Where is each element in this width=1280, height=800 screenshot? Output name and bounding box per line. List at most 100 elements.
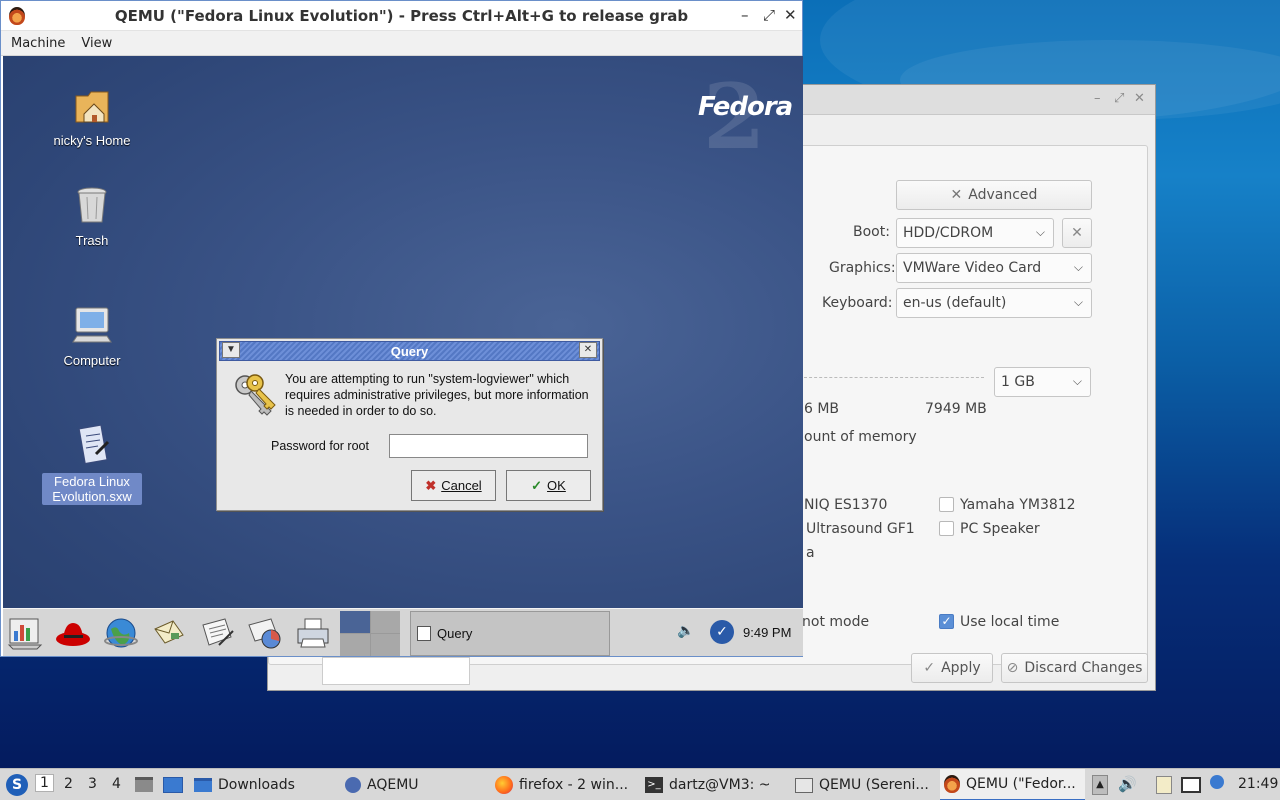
task-aqemu[interactable]: AQEMU: [345, 769, 485, 800]
chevron-down-icon: ⌵: [1035, 225, 1045, 239]
workspace-3[interactable]: [340, 634, 370, 656]
memory-slider[interactable]: [804, 368, 984, 378]
notification-icon[interactable]: [1210, 775, 1224, 789]
memory-select[interactable]: 1 GB ⌵: [994, 367, 1091, 397]
advanced-button[interactable]: ✕ Advanced: [896, 180, 1092, 210]
redhat-menu-icon[interactable]: [55, 615, 91, 651]
guest-clock: 9:49 PM: [743, 625, 792, 640]
close-icon[interactable]: ✕: [579, 342, 597, 358]
host-clock: 21:49: [1238, 776, 1279, 792]
graphics-label: Graphics:: [829, 260, 896, 276]
workspace-button-1[interactable]: 1: [35, 774, 54, 792]
password-label: Password for root: [271, 439, 369, 453]
keys-icon: [235, 374, 276, 416]
boot-select[interactable]: HDD/CDROM ⌵: [896, 218, 1054, 248]
query-dialog-title: Query: [390, 344, 429, 359]
task-terminal[interactable]: >_ dartz@VM3: ~: [645, 769, 785, 800]
trash-icon: [77, 187, 107, 223]
workspace-button-4[interactable]: 4: [112, 776, 121, 792]
close-icon[interactable]: ✕: [1134, 91, 1145, 106]
pc-speaker-label: PC Speaker: [960, 521, 1040, 537]
volume-icon[interactable]: 🔊: [1118, 775, 1137, 793]
desktop-icon-label: nicky's Home: [53, 133, 131, 148]
printer-icon[interactable]: [295, 615, 331, 651]
task-firefox[interactable]: firefox - 2 win...: [495, 769, 635, 800]
computer-icon: [72, 307, 112, 343]
desktop-icon-home[interactable]: nicky's Home: [42, 84, 142, 148]
workspace-4[interactable]: [370, 634, 400, 656]
desktop-icon-label: Trash: [75, 233, 109, 248]
network-icon[interactable]: [1181, 777, 1201, 793]
guest-task-query[interactable]: Query: [410, 611, 610, 656]
maximize-icon[interactable]: ⤢: [1114, 91, 1124, 106]
desktop-icon-computer[interactable]: Computer: [42, 304, 142, 368]
menu-machine[interactable]: Machine: [11, 36, 65, 51]
clipboard-icon[interactable]: [1156, 776, 1172, 794]
firefox-icon: [495, 776, 513, 794]
local-time-checkbox[interactable]: ✓: [939, 614, 954, 629]
fedora-logo: Fedora: [698, 92, 793, 122]
qemu-menubar: Machine View: [1, 31, 802, 56]
sound-option[interactable]: NIQ ES1370: [804, 497, 887, 513]
word-processor-icon[interactable]: [199, 615, 235, 651]
pc-speaker-checkbox[interactable]: [939, 521, 954, 536]
maximize-icon[interactable]: ⤢: [763, 6, 775, 24]
desktop-icon-trash[interactable]: Trash: [42, 184, 142, 248]
check-icon: ✓: [923, 660, 936, 676]
workspace-pager[interactable]: [340, 611, 400, 656]
discard-changes-button[interactable]: ⊘ Discard Changes: [1001, 653, 1148, 683]
query-dialog-titlebar[interactable]: ▼ Query ✕: [219, 341, 600, 361]
task-qemu-serenity[interactable]: QEMU (Sereni...: [795, 769, 935, 800]
keyboard-select[interactable]: en-us (default) ⌵: [896, 288, 1092, 318]
aqemu-app-icon: [345, 777, 361, 793]
task-downloads[interactable]: Downloads: [194, 769, 334, 800]
workspace-button-2[interactable]: 2: [64, 776, 73, 792]
yamaha-checkbox[interactable]: [939, 497, 954, 512]
boot-settings-button[interactable]: ✕: [1062, 218, 1092, 248]
cancel-icon: ⊘: [1006, 660, 1019, 676]
minimize-icon[interactable]: –: [741, 6, 749, 24]
app-menu-icon[interactable]: S: [6, 774, 28, 796]
graphics-select[interactable]: VMWare Video Card ⌵: [896, 253, 1092, 283]
boot-label: Boot:: [853, 224, 890, 240]
chevron-down-icon: ⌵: [1073, 260, 1083, 274]
file-manager-icon[interactable]: [135, 777, 153, 792]
close-icon[interactable]: ✕: [784, 6, 797, 24]
presentation-icon[interactable]: [247, 615, 283, 651]
guest-panel: Query 🔈 ✓ 9:49 PM: [3, 608, 803, 656]
apply-button[interactable]: ✓ Apply: [911, 653, 993, 683]
cancel-button[interactable]: ✖ Cancel: [411, 470, 496, 501]
workspace-button-3[interactable]: 3: [88, 776, 97, 792]
desktop-icon-document[interactable]: Fedora Linux Evolution.sxw: [42, 424, 142, 505]
update-status-icon[interactable]: ✓: [710, 620, 734, 644]
window-icon: [417, 626, 431, 641]
window-icon: [795, 777, 813, 793]
folder-icon: [194, 778, 212, 792]
document-icon: [78, 424, 110, 465]
show-desktop-icon[interactable]: [163, 777, 183, 793]
minimize-icon[interactable]: –: [1094, 91, 1101, 106]
yamaha-label: Yamaha YM3812: [960, 497, 1076, 513]
web-browser-icon[interactable]: [103, 615, 139, 651]
scroll-up-icon[interactable]: ▲: [1092, 775, 1108, 795]
local-time-label: Use local time: [960, 614, 1060, 630]
system-monitor-icon[interactable]: [7, 615, 43, 651]
menu-view[interactable]: View: [81, 36, 112, 51]
memory-min-label: 6 MB: [804, 401, 840, 417]
chevron-down-icon: ⌵: [1072, 374, 1082, 388]
volume-icon[interactable]: 🔈: [677, 623, 694, 639]
home-folder-icon: [75, 91, 109, 123]
keyboard-label: Keyboard:: [822, 295, 893, 311]
sound-option[interactable]: Ultrasound GF1: [806, 521, 915, 537]
hidden-input[interactable]: [322, 657, 470, 685]
workspace-1[interactable]: [340, 611, 370, 633]
guest-screen[interactable]: 2 Fedora nicky's Home Trash Computer Fed…: [3, 56, 803, 656]
task-qemu-fedora[interactable]: QEMU ("Fedor...: [940, 769, 1085, 800]
password-input[interactable]: [389, 434, 588, 458]
ok-button[interactable]: ✓ OK: [506, 470, 591, 501]
sound-option[interactable]: a: [806, 545, 815, 561]
qemu-titlebar[interactable]: QEMU ("Fedora Linux Evolution") - Press …: [1, 1, 802, 31]
tools-icon: ✕: [950, 187, 963, 203]
email-icon[interactable]: [151, 615, 187, 651]
workspace-2[interactable]: [370, 611, 400, 633]
